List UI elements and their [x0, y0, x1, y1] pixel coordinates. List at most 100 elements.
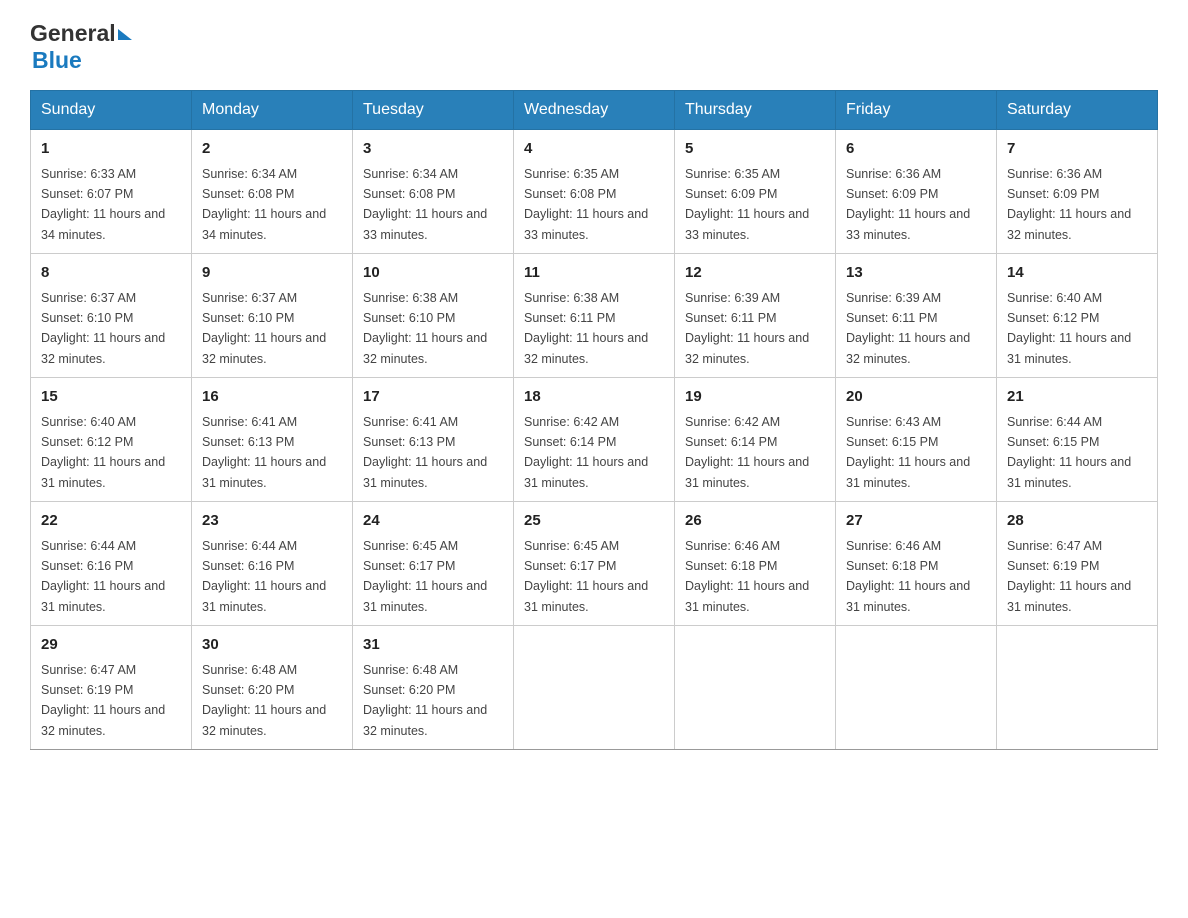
calendar-table: SundayMondayTuesdayWednesdayThursdayFrid…	[30, 90, 1158, 750]
calendar-day-cell	[514, 626, 675, 750]
calendar-week-row: 29 Sunrise: 6:47 AMSunset: 6:19 PMDaylig…	[31, 626, 1158, 750]
day-number: 4	[524, 138, 664, 161]
logo: General Blue	[30, 20, 132, 74]
calendar-day-cell: 21 Sunrise: 6:44 AMSunset: 6:15 PMDaylig…	[997, 378, 1158, 502]
calendar-week-row: 22 Sunrise: 6:44 AMSunset: 6:16 PMDaylig…	[31, 502, 1158, 626]
day-number: 28	[1007, 510, 1147, 533]
calendar-day-cell: 31 Sunrise: 6:48 AMSunset: 6:20 PMDaylig…	[353, 626, 514, 750]
day-number: 9	[202, 262, 342, 285]
day-number: 1	[41, 138, 181, 161]
day-info: Sunrise: 6:40 AMSunset: 6:12 PMDaylight:…	[1007, 291, 1131, 366]
day-number: 8	[41, 262, 181, 285]
day-number: 11	[524, 262, 664, 285]
day-info: Sunrise: 6:35 AMSunset: 6:09 PMDaylight:…	[685, 167, 809, 242]
day-info: Sunrise: 6:45 AMSunset: 6:17 PMDaylight:…	[363, 539, 487, 614]
day-number: 12	[685, 262, 825, 285]
calendar-day-cell: 15 Sunrise: 6:40 AMSunset: 6:12 PMDaylig…	[31, 378, 192, 502]
day-number: 7	[1007, 138, 1147, 161]
calendar-day-cell: 4 Sunrise: 6:35 AMSunset: 6:08 PMDayligh…	[514, 130, 675, 254]
calendar-day-cell: 30 Sunrise: 6:48 AMSunset: 6:20 PMDaylig…	[192, 626, 353, 750]
calendar-week-row: 8 Sunrise: 6:37 AMSunset: 6:10 PMDayligh…	[31, 254, 1158, 378]
day-number: 31	[363, 634, 503, 657]
day-number: 16	[202, 386, 342, 409]
day-info: Sunrise: 6:41 AMSunset: 6:13 PMDaylight:…	[363, 415, 487, 490]
calendar-day-cell: 16 Sunrise: 6:41 AMSunset: 6:13 PMDaylig…	[192, 378, 353, 502]
calendar-day-header: Sunday	[31, 91, 192, 130]
logo-general-text: General	[30, 20, 116, 47]
day-number: 21	[1007, 386, 1147, 409]
day-info: Sunrise: 6:48 AMSunset: 6:20 PMDaylight:…	[202, 663, 326, 738]
calendar-day-cell: 18 Sunrise: 6:42 AMSunset: 6:14 PMDaylig…	[514, 378, 675, 502]
day-info: Sunrise: 6:37 AMSunset: 6:10 PMDaylight:…	[41, 291, 165, 366]
day-number: 20	[846, 386, 986, 409]
calendar-day-cell: 3 Sunrise: 6:34 AMSunset: 6:08 PMDayligh…	[353, 130, 514, 254]
calendar-day-cell: 12 Sunrise: 6:39 AMSunset: 6:11 PMDaylig…	[675, 254, 836, 378]
day-info: Sunrise: 6:47 AMSunset: 6:19 PMDaylight:…	[41, 663, 165, 738]
calendar-day-cell: 6 Sunrise: 6:36 AMSunset: 6:09 PMDayligh…	[836, 130, 997, 254]
day-number: 26	[685, 510, 825, 533]
day-info: Sunrise: 6:37 AMSunset: 6:10 PMDaylight:…	[202, 291, 326, 366]
day-info: Sunrise: 6:48 AMSunset: 6:20 PMDaylight:…	[363, 663, 487, 738]
day-number: 29	[41, 634, 181, 657]
calendar-day-cell: 17 Sunrise: 6:41 AMSunset: 6:13 PMDaylig…	[353, 378, 514, 502]
calendar-day-cell: 10 Sunrise: 6:38 AMSunset: 6:10 PMDaylig…	[353, 254, 514, 378]
calendar-day-header: Wednesday	[514, 91, 675, 130]
calendar-day-cell: 13 Sunrise: 6:39 AMSunset: 6:11 PMDaylig…	[836, 254, 997, 378]
day-number: 13	[846, 262, 986, 285]
day-info: Sunrise: 6:44 AMSunset: 6:16 PMDaylight:…	[41, 539, 165, 614]
day-info: Sunrise: 6:39 AMSunset: 6:11 PMDaylight:…	[685, 291, 809, 366]
day-info: Sunrise: 6:43 AMSunset: 6:15 PMDaylight:…	[846, 415, 970, 490]
day-info: Sunrise: 6:39 AMSunset: 6:11 PMDaylight:…	[846, 291, 970, 366]
day-info: Sunrise: 6:44 AMSunset: 6:16 PMDaylight:…	[202, 539, 326, 614]
calendar-day-cell	[836, 626, 997, 750]
day-number: 27	[846, 510, 986, 533]
day-info: Sunrise: 6:34 AMSunset: 6:08 PMDaylight:…	[202, 167, 326, 242]
calendar-day-cell: 5 Sunrise: 6:35 AMSunset: 6:09 PMDayligh…	[675, 130, 836, 254]
calendar-day-cell: 25 Sunrise: 6:45 AMSunset: 6:17 PMDaylig…	[514, 502, 675, 626]
day-number: 17	[363, 386, 503, 409]
day-info: Sunrise: 6:36 AMSunset: 6:09 PMDaylight:…	[846, 167, 970, 242]
calendar-day-header: Monday	[192, 91, 353, 130]
day-number: 2	[202, 138, 342, 161]
day-number: 3	[363, 138, 503, 161]
day-info: Sunrise: 6:45 AMSunset: 6:17 PMDaylight:…	[524, 539, 648, 614]
day-number: 5	[685, 138, 825, 161]
calendar-day-cell: 9 Sunrise: 6:37 AMSunset: 6:10 PMDayligh…	[192, 254, 353, 378]
logo-blue-text: Blue	[32, 47, 82, 74]
calendar-day-cell	[675, 626, 836, 750]
day-info: Sunrise: 6:42 AMSunset: 6:14 PMDaylight:…	[685, 415, 809, 490]
day-number: 6	[846, 138, 986, 161]
calendar-week-row: 15 Sunrise: 6:40 AMSunset: 6:12 PMDaylig…	[31, 378, 1158, 502]
page-header: General Blue	[30, 20, 1158, 74]
day-number: 23	[202, 510, 342, 533]
calendar-day-cell: 2 Sunrise: 6:34 AMSunset: 6:08 PMDayligh…	[192, 130, 353, 254]
day-number: 30	[202, 634, 342, 657]
calendar-day-cell: 1 Sunrise: 6:33 AMSunset: 6:07 PMDayligh…	[31, 130, 192, 254]
day-number: 10	[363, 262, 503, 285]
day-number: 25	[524, 510, 664, 533]
calendar-header-row: SundayMondayTuesdayWednesdayThursdayFrid…	[31, 91, 1158, 130]
calendar-day-cell: 24 Sunrise: 6:45 AMSunset: 6:17 PMDaylig…	[353, 502, 514, 626]
day-info: Sunrise: 6:38 AMSunset: 6:11 PMDaylight:…	[524, 291, 648, 366]
day-info: Sunrise: 6:40 AMSunset: 6:12 PMDaylight:…	[41, 415, 165, 490]
logo-arrow-icon	[118, 29, 132, 40]
day-info: Sunrise: 6:46 AMSunset: 6:18 PMDaylight:…	[846, 539, 970, 614]
day-info: Sunrise: 6:47 AMSunset: 6:19 PMDaylight:…	[1007, 539, 1131, 614]
calendar-day-cell: 29 Sunrise: 6:47 AMSunset: 6:19 PMDaylig…	[31, 626, 192, 750]
day-number: 19	[685, 386, 825, 409]
calendar-day-cell: 11 Sunrise: 6:38 AMSunset: 6:11 PMDaylig…	[514, 254, 675, 378]
calendar-day-cell: 19 Sunrise: 6:42 AMSunset: 6:14 PMDaylig…	[675, 378, 836, 502]
calendar-day-cell: 22 Sunrise: 6:44 AMSunset: 6:16 PMDaylig…	[31, 502, 192, 626]
day-info: Sunrise: 6:38 AMSunset: 6:10 PMDaylight:…	[363, 291, 487, 366]
day-info: Sunrise: 6:44 AMSunset: 6:15 PMDaylight:…	[1007, 415, 1131, 490]
day-number: 24	[363, 510, 503, 533]
calendar-day-header: Saturday	[997, 91, 1158, 130]
calendar-day-cell: 8 Sunrise: 6:37 AMSunset: 6:10 PMDayligh…	[31, 254, 192, 378]
day-info: Sunrise: 6:33 AMSunset: 6:07 PMDaylight:…	[41, 167, 165, 242]
calendar-day-cell: 20 Sunrise: 6:43 AMSunset: 6:15 PMDaylig…	[836, 378, 997, 502]
day-number: 15	[41, 386, 181, 409]
day-info: Sunrise: 6:46 AMSunset: 6:18 PMDaylight:…	[685, 539, 809, 614]
day-number: 14	[1007, 262, 1147, 285]
day-number: 18	[524, 386, 664, 409]
calendar-day-cell: 7 Sunrise: 6:36 AMSunset: 6:09 PMDayligh…	[997, 130, 1158, 254]
